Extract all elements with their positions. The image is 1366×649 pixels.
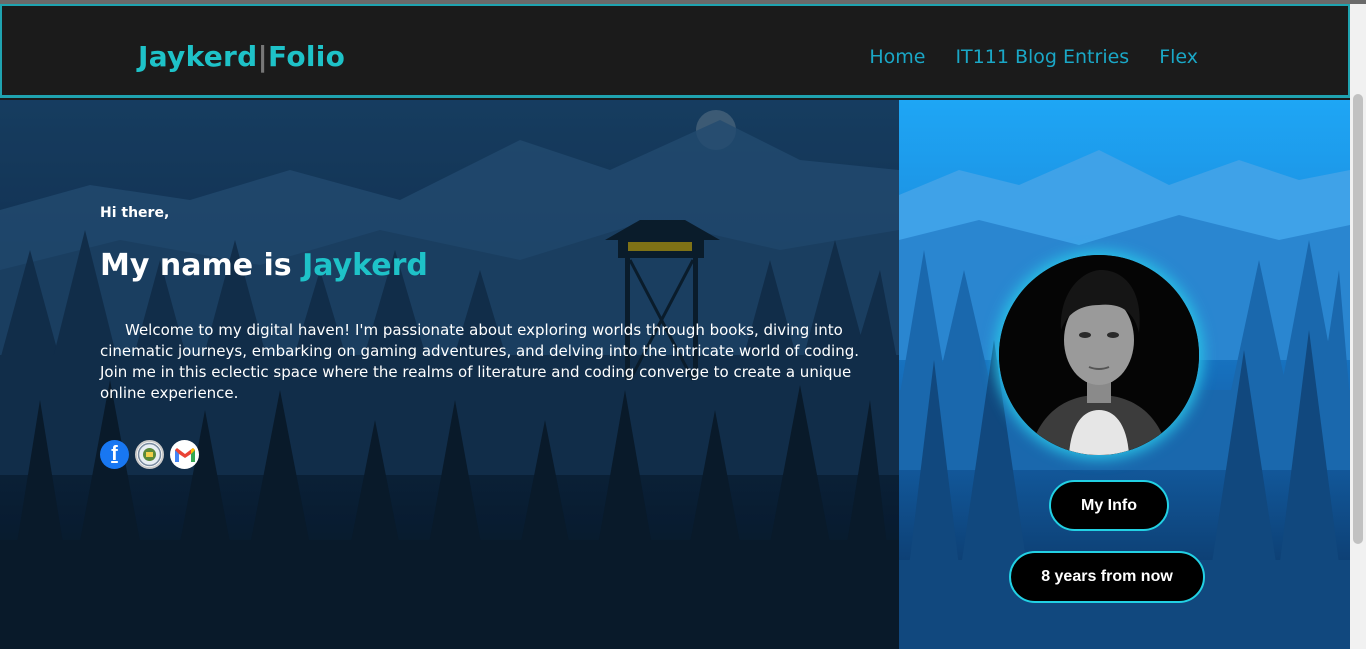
facebook-icon[interactable]: f xyxy=(100,440,129,469)
my-info-button[interactable]: My Info xyxy=(1049,480,1169,531)
school-seal-icon[interactable] xyxy=(135,440,164,469)
logo-part-2: Folio xyxy=(268,40,346,73)
hero-section: Hi there, My name is Jaykerd Welcome to … xyxy=(0,100,899,649)
nav-link-flex[interactable]: Flex xyxy=(1159,46,1198,68)
profile-avatar xyxy=(999,255,1199,455)
site-logo[interactable]: Jaykerd|Folio xyxy=(138,40,345,73)
nav-link-home[interactable]: Home xyxy=(869,46,925,68)
gmail-icon[interactable] xyxy=(170,440,199,469)
scrollbar-thumb[interactable] xyxy=(1353,94,1363,544)
profile-photo xyxy=(999,255,1199,455)
logo-separator: | xyxy=(257,40,269,73)
greeting-text: Hi there, xyxy=(100,205,170,221)
title-name: Jaykerd xyxy=(302,248,428,283)
social-links: f xyxy=(100,440,199,469)
eight-years-from-now-button[interactable]: 8 years from now xyxy=(1009,551,1205,603)
scrollbar[interactable] xyxy=(1350,4,1366,649)
navbar: Jaykerd|Folio Home IT111 Blog Entries Fl… xyxy=(0,4,1350,98)
logo-part-1: Jaykerd xyxy=(138,40,258,73)
hero-title: My name is Jaykerd xyxy=(100,248,428,283)
title-prefix: My name is xyxy=(100,248,303,283)
main-nav: Home IT111 Blog Entries Flex xyxy=(869,46,1198,68)
intro-paragraph: Welcome to my digital haven! I'm passion… xyxy=(100,321,860,402)
nav-link-it111-blog-entries[interactable]: IT111 Blog Entries xyxy=(955,46,1129,68)
profile-sidebar: My Info 8 years from now xyxy=(899,100,1350,649)
